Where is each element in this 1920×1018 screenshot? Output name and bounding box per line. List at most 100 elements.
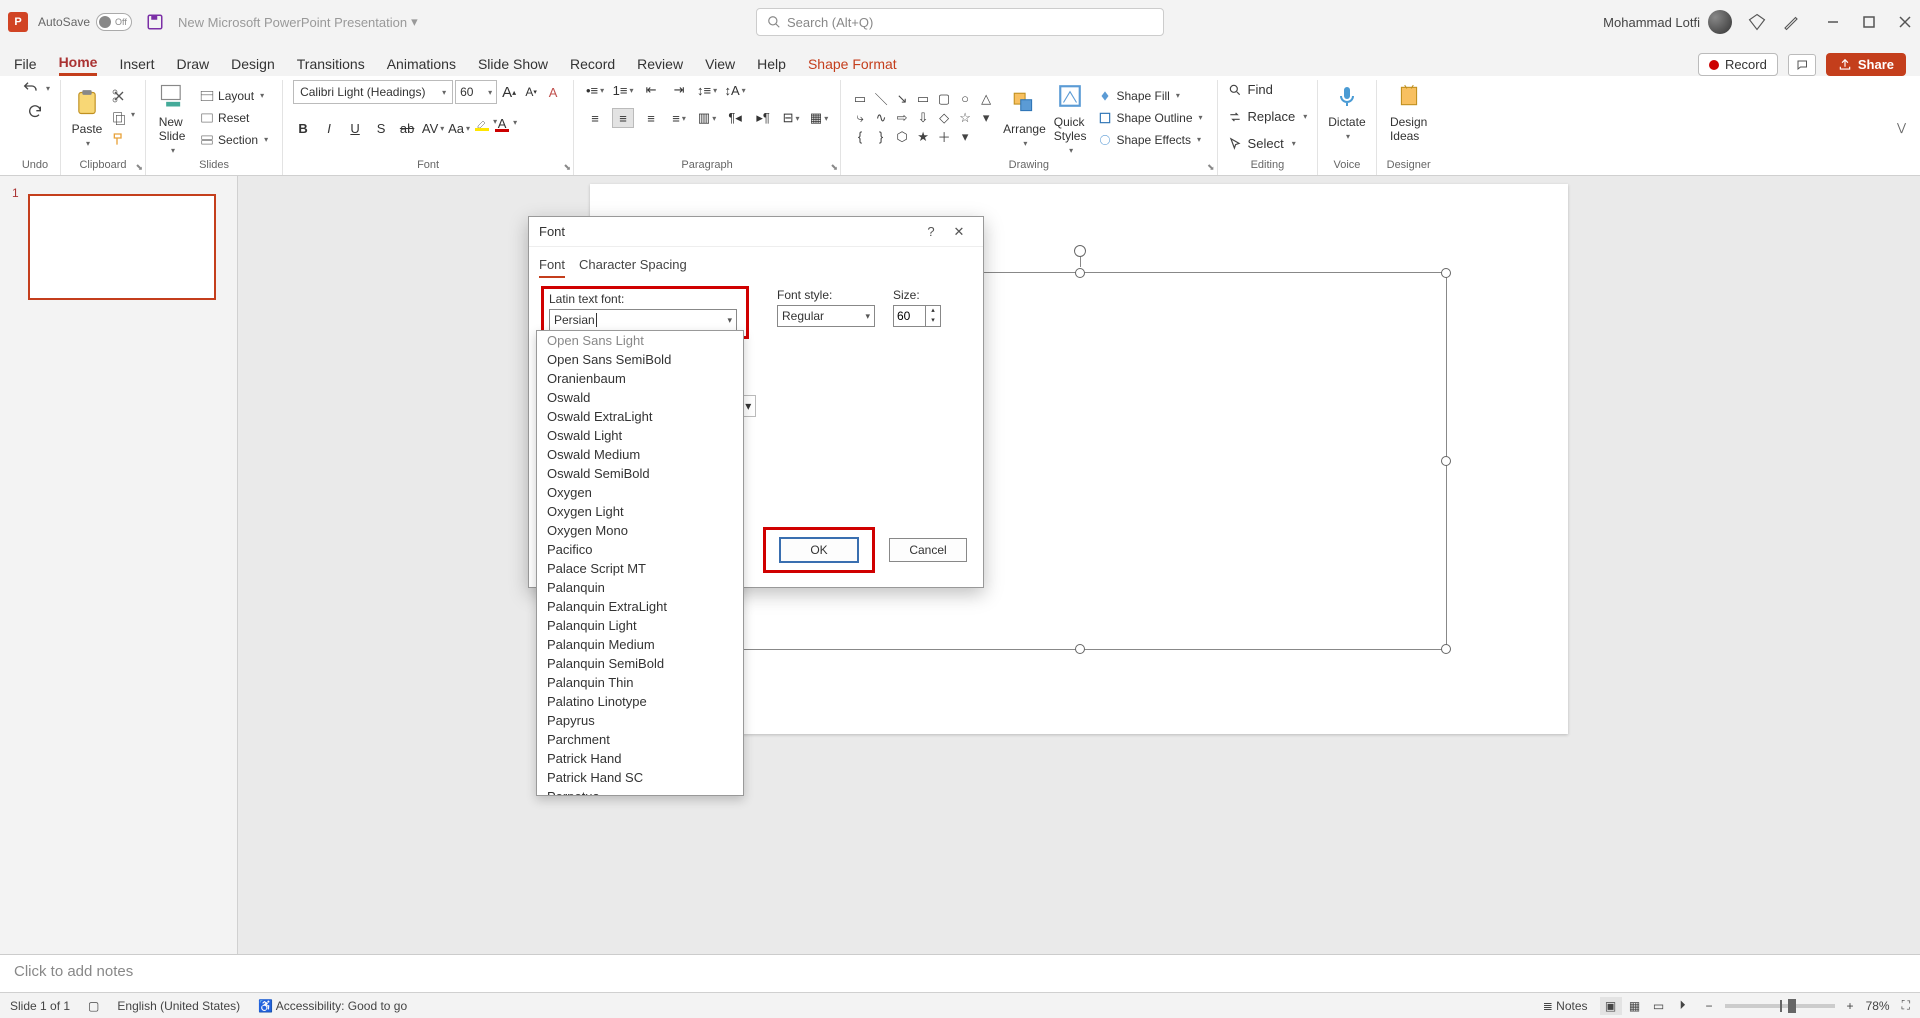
tab-help[interactable]: Help (757, 56, 786, 76)
text-direction-button[interactable]: ↕A▾ (724, 80, 746, 100)
font-name-combo[interactable]: Calibri Light (Headings)▾ (293, 80, 453, 104)
line-shape-icon[interactable]: ＼ (872, 91, 890, 107)
tab-review[interactable]: Review (637, 56, 683, 76)
size-input[interactable] (893, 305, 925, 327)
rect-shape-icon[interactable]: ▭ (914, 91, 932, 107)
font-option[interactable]: Palanquin (537, 578, 743, 597)
dialog-help-icon[interactable]: ? (917, 224, 945, 239)
font-option[interactable]: Oswald ExtraLight (537, 407, 743, 426)
comments-button[interactable] (1788, 54, 1816, 76)
font-option[interactable]: Oranienbaum (537, 369, 743, 388)
zoom-slider[interactable] (1725, 1004, 1835, 1008)
clear-formatting-icon[interactable]: A (543, 82, 563, 102)
curve-icon[interactable]: ∿ (872, 110, 890, 126)
increase-font-icon[interactable]: A▴ (499, 82, 519, 102)
line-spacing-button[interactable]: ↕≡▾ (696, 80, 718, 100)
font-option[interactable]: Palanquin SemiBold (537, 654, 743, 673)
font-option[interactable]: Pacifico (537, 540, 743, 559)
shape-fill-button[interactable]: Shape Fill▾ (1094, 88, 1206, 104)
star-shape-icon[interactable]: ☆ (956, 110, 974, 126)
document-title[interactable]: New Microsoft PowerPoint Presentation (178, 15, 407, 30)
normal-view-icon[interactable]: ▣ (1600, 997, 1622, 1015)
undo-dropdown-icon[interactable]: ▾ (46, 84, 50, 93)
tab-insert[interactable]: Insert (119, 56, 154, 76)
new-slide-button[interactable]: New Slide ▾ (156, 80, 188, 155)
font-option[interactable]: Parchment (537, 730, 743, 749)
diamond-icon[interactable] (1748, 13, 1766, 31)
record-button[interactable]: Record (1698, 53, 1778, 76)
language-indicator[interactable]: English (United States) (117, 999, 240, 1013)
font-option[interactable]: Palanquin ExtraLight (537, 597, 743, 616)
paragraph-launcher-icon[interactable]: ⬊ (831, 162, 839, 173)
maximize-icon[interactable] (1862, 15, 1876, 29)
redo-icon[interactable] (25, 104, 45, 120)
tab-view[interactable]: View (705, 56, 735, 76)
format-painter-icon[interactable] (111, 132, 127, 148)
columns-button[interactable]: ▥▾ (696, 108, 718, 128)
italic-button[interactable]: I (319, 119, 339, 139)
change-case-button[interactable]: Aa▾ (449, 119, 469, 139)
tab-animations[interactable]: Animations (387, 56, 456, 76)
resize-handle-br[interactable] (1441, 644, 1451, 654)
close-icon[interactable] (1898, 15, 1912, 29)
dropdown-scrollbar[interactable] (743, 563, 744, 601)
connector-icon[interactable]: ⤷ (851, 110, 869, 126)
slide-indicator[interactable]: Slide 1 of 1 (10, 999, 70, 1013)
font-option[interactable]: Oxygen Light (537, 502, 743, 521)
layout-button[interactable]: Layout▾ (196, 88, 272, 104)
align-text-button[interactable]: ⊟▾ (780, 108, 802, 128)
plus-shape-icon[interactable]: ＋ (935, 129, 953, 145)
clipboard-launcher-icon[interactable]: ⬊ (135, 162, 143, 173)
resize-handle-tr[interactable] (1441, 268, 1451, 278)
font-dropdown-list[interactable]: Open Sans Light Open Sans SemiBold Orani… (536, 330, 744, 796)
strikethrough-button[interactable]: ab (397, 119, 417, 139)
bullets-button[interactable]: •≡▾ (584, 80, 606, 100)
autosave-toggle[interactable]: AutoSave Off (38, 13, 132, 31)
star5-icon[interactable]: ★ (914, 129, 932, 145)
doc-title-dropdown-icon[interactable]: ▾ (411, 14, 418, 30)
zoom-thumb[interactable] (1788, 999, 1796, 1013)
tab-shape-format[interactable]: Shape Format (808, 56, 897, 76)
reading-view-icon[interactable]: ▭ (1648, 997, 1670, 1015)
scroll-down-icon[interactable]: ▾ (956, 129, 974, 145)
font-option[interactable]: Oswald SemiBold (537, 464, 743, 483)
shapes-more-icon[interactable]: ▾ (977, 110, 995, 126)
smartart-button[interactable]: ▦▾ (808, 108, 830, 128)
arrow-right-icon[interactable]: ⇨ (893, 110, 911, 126)
accessibility-indicator[interactable]: ♿ Accessibility: Good to go (258, 999, 407, 1013)
spin-up-icon[interactable]: ▴ (926, 306, 940, 316)
arrange-button[interactable]: Arrange▾ (1003, 87, 1046, 148)
collapse-ribbon-icon[interactable]: ⋁ (1897, 121, 1906, 134)
rtl-icon[interactable]: ¶◂ (724, 108, 746, 128)
dictate-button[interactable]: Dictate▾ (1328, 80, 1365, 141)
shapes-gallery[interactable]: ▭ ＼ ↘ ▭ ▢ ○ △ ⤷ ∿ ⇨ ⇩ ◇ ☆ ▾ { } ⬡ ★ ＋ ▾ (851, 91, 995, 145)
slideshow-view-icon[interactable]: ⏵ (1672, 997, 1694, 1015)
shape-effects-button[interactable]: Shape Effects▾ (1094, 132, 1206, 148)
tab-file[interactable]: File (14, 56, 37, 76)
reset-button[interactable]: Reset (196, 110, 272, 126)
align-left-icon[interactable]: ≡ (584, 108, 606, 128)
zoom-in-icon[interactable]: + (1847, 999, 1854, 1013)
rotate-handle[interactable] (1074, 245, 1086, 257)
font-option[interactable]: Palanquin Medium (537, 635, 743, 654)
notes-pane[interactable]: Click to add notes (0, 954, 1920, 992)
quick-styles-button[interactable]: Quick Styles▾ (1054, 80, 1087, 155)
cancel-button[interactable]: Cancel (889, 538, 967, 562)
font-option[interactable]: Oswald Medium (537, 445, 743, 464)
font-option[interactable]: Oxygen Mono (537, 521, 743, 540)
underline-button[interactable]: U (345, 119, 365, 139)
brace-right-icon[interactable]: } (872, 129, 890, 145)
zoom-out-icon[interactable]: − (1706, 999, 1713, 1013)
thumbnail-pane[interactable]: 1 (0, 176, 238, 954)
dialog-close-icon[interactable]: ✕ (945, 224, 973, 240)
spell-check-icon[interactable]: ▢ (88, 999, 99, 1013)
font-option[interactable]: Open Sans Light (537, 331, 743, 350)
copy-icon[interactable] (111, 110, 127, 126)
size-spinner[interactable]: ▴▾ (893, 305, 953, 327)
font-launcher-icon[interactable]: ⬊ (564, 162, 572, 173)
align-center-icon[interactable]: ≡ (612, 108, 634, 128)
font-option[interactable]: Palanquin Thin (537, 673, 743, 692)
save-icon[interactable] (146, 13, 164, 31)
slide-canvas-area[interactable] (238, 176, 1920, 954)
font-option[interactable]: Open Sans SemiBold (537, 350, 743, 369)
